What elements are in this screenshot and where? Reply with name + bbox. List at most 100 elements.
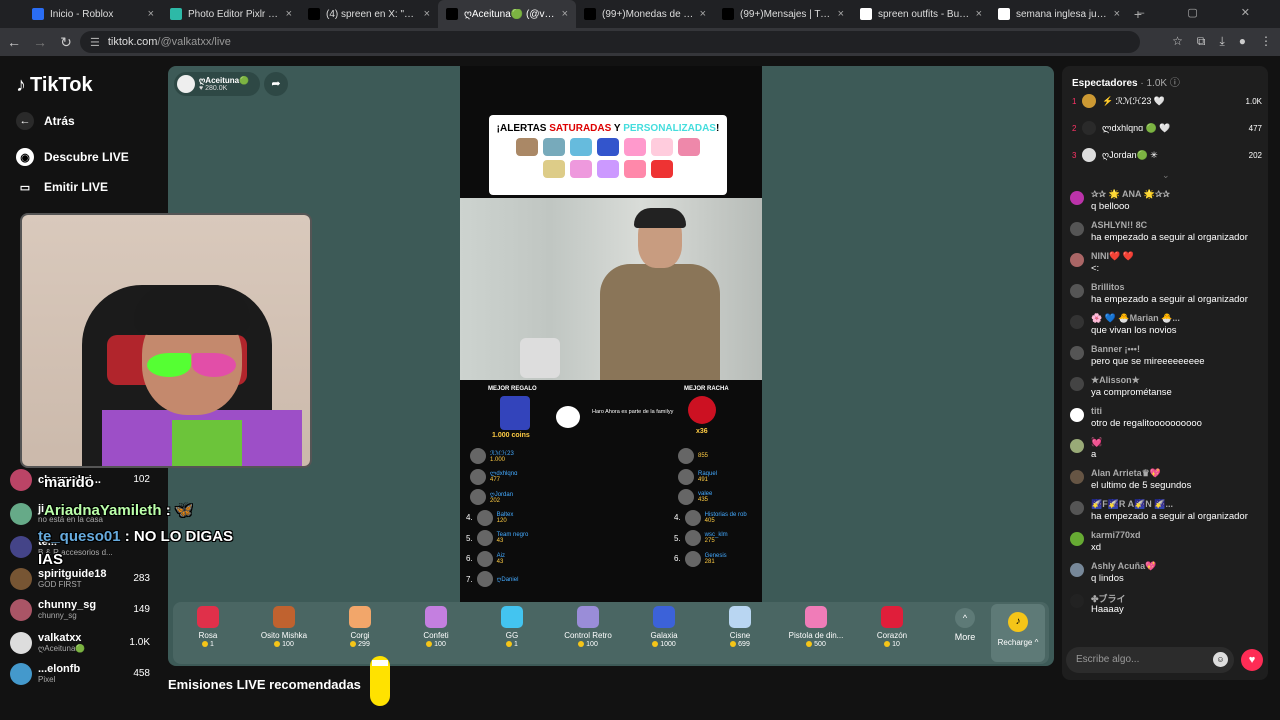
tab-close-icon[interactable]: × [700,8,706,20]
browser-tab[interactable]: (99+)Mensajes | TikTok × [714,0,852,28]
chevron-down-icon[interactable]: ⌄ [1162,170,1170,181]
tab-close-icon[interactable]: × [286,8,292,20]
stream-video[interactable]: ¡ALERTAS SATURADAS Y PERSONALIZADAS! MEJ… [460,66,762,602]
chat-username: Alan Arrieta♛💖 [1091,468,1161,478]
window-controls[interactable]: – ▢ ✕ [1138,6,1270,19]
chat-message[interactable]: ★Alisson★ ya comprométanse [1070,375,1266,405]
top-viewer-row[interactable]: 1 ⚡ ℛℳℋ23 🤍 1.0K [1072,92,1262,110]
chat-message[interactable]: 🌠F🌠R A🌠N 🌠... ha empezado a seguir al org… [1070,499,1266,529]
profile-avatar-icon[interactable]: ● [1239,34,1246,49]
chat-message[interactable]: karmi770xd xd [1070,530,1266,560]
url-input[interactable]: ☰ tiktok.com/@valkatxx/live [80,31,1140,53]
site-info-icon[interactable]: ☰ [90,36,100,49]
channel-subtitle: chunny_sg [38,610,77,620]
reload-icon[interactable]: ↻ [54,34,78,51]
back-arrow-icon[interactable]: ← [2,34,26,50]
rank-name: ℛℳℋ23 [490,450,514,457]
gift-item[interactable]: Confeti 100 [401,606,471,648]
chat-text: q bellooo [1091,201,1130,212]
gift-item[interactable]: Rosa 1 [173,606,243,648]
gift-item[interactable]: Corgi 299 [325,606,395,648]
tab-close-icon[interactable]: × [148,8,154,20]
gift-name: Corgi [350,631,370,640]
top-viewer-row[interactable]: 2 ლdxhlqnɑ 🟢 🤍 477 [1072,119,1262,137]
bookmark-star-icon[interactable]: ☆ [1172,34,1183,49]
browser-tab[interactable]: (4) spreen en X: "2 días p × [300,0,438,28]
discover-live-item[interactable]: ◉ Descubre LIVE [16,148,129,166]
chat-message[interactable]: NINI❤️ ❤️ <: [1070,251,1266,281]
gift-price: 500 [781,641,851,648]
channel-avatar [10,536,32,558]
gift-item[interactable]: Galaxia 1000 [629,606,699,648]
browser-tab[interactable]: Inicio - Roblox × [24,0,162,28]
chat-message[interactable]: 💓 a [1070,437,1266,467]
chat-message[interactable]: Ashly Acuña💖 q lindos [1070,561,1266,591]
chat-message[interactable]: 🌸 💙 🐣Marian 🐣... que vivan los novios [1070,313,1266,343]
gift-icon [653,606,675,628]
gift-item[interactable]: Pistola de din... 500 [781,606,851,648]
chat-text: Haaaay [1091,604,1124,615]
menu-kebab-icon[interactable]: ⋮ [1260,34,1272,49]
gift-item[interactable]: Control Retro 100 [553,606,623,648]
gift-bar: Rosa 1 Osito Mishka 100 Corgi 299 Confeti 100 GG… [173,602,1049,664]
share-icon[interactable]: ➦ [264,72,288,96]
chat-username: titi [1091,406,1102,416]
gift-item[interactable]: Osito Mishka 100 [249,606,319,648]
info-icon[interactable]: ⓘ [1170,78,1180,89]
gift-item[interactable]: Cisne 699 [705,606,775,648]
back-nav-item[interactable]: ← Atrás [16,112,75,130]
rank-name: Historias de rob [704,511,747,518]
tab-close-icon[interactable]: × [562,8,568,20]
channel-item[interactable]: ...elonfb Pixel 458 [10,660,160,688]
chat-message[interactable]: Banner ¡•••! pero que se mireeeeeeeee [1070,344,1266,374]
like-heart-icon[interactable]: ♥ [1241,649,1263,671]
channel-item[interactable]: valkatxx ღAceituna🟢 1.0K [10,629,160,657]
ranking-row: 7. ღDaniel [466,571,518,587]
chat-message[interactable]: ✤ブライ Haaaay [1070,592,1266,622]
recharge-button[interactable]: ♪ Recharge ^ [991,604,1045,662]
chat-message[interactable]: titi otro de regalitoooooooooo [1070,406,1266,436]
browser-tab[interactable]: semana inglesa juego co × [990,0,1128,28]
rank-coins: 435 [698,497,709,503]
viewers-header[interactable]: Espectadores · 1.0K ⓘ [1072,74,1180,89]
webcam-overlay [20,213,312,468]
chat-message[interactable]: Alan Arrieta♛💖 el ultimo de 5 segundos [1070,468,1266,498]
tab-close-icon[interactable]: × [838,8,844,20]
browser-tab[interactable]: (99+)Monedas de TikTok × [576,0,714,28]
go-live-item[interactable]: ▭ Emitir LIVE [16,178,108,196]
rank-name: ლdxhlqnɑ [490,471,518,477]
chat-message[interactable]: ✰✰ 🌟 ANA 🌟✰✰ q bellooo [1070,189,1266,219]
chat-avatar [1070,563,1084,577]
top-viewer-row[interactable]: 3 ღJordan🟢 ✳ 202 [1072,146,1262,164]
gift-icon [501,606,523,628]
gift-item[interactable]: Corazón 10 [857,606,927,648]
browser-tab[interactable]: spreen outfits - Buscar co × [852,0,990,28]
tab-close-icon[interactable]: × [976,8,982,20]
download-icon[interactable]: ⤓ [1219,34,1224,49]
recommended-heading: Emisiones LIVE recomendadas [168,677,361,692]
host-pill[interactable]: ღAceituna🟢 ♥ 280.0K [174,72,260,96]
browser-tab[interactable]: Photo Editor Pixlr - Herra × [162,0,300,28]
gift-name: Pistola de din... [788,631,844,640]
gift-price: 1 [173,641,243,648]
gift-icon [273,606,295,628]
more-label: More [954,632,976,642]
chat-message[interactable]: Brillitos ha empezado a seguir al organiz… [1070,282,1266,312]
gift-item[interactable]: GG 1 [477,606,547,648]
extensions-icon[interactable]: ⧉ [1197,34,1206,49]
channel-item[interactable]: chunny_sg chunny_sg 149 [10,596,160,624]
forward-arrow-icon[interactable]: → [28,34,52,50]
chat-message[interactable]: ASHLYN!! 8C ha empezado a seguir al organ… [1070,220,1266,250]
viewer-avatar [1082,121,1096,135]
more-gifts-button[interactable]: ^ More [945,608,985,642]
tab-close-icon[interactable]: × [1114,8,1120,20]
emoji-icon[interactable]: ☺ [1213,652,1228,667]
tab-close-icon[interactable]: × [424,8,430,20]
tiktok-logo[interactable]: ♪ TikTok [16,74,93,97]
rank-avatar [678,448,694,464]
chat-input[interactable]: Escribe algo... ☺ [1066,647,1234,673]
browser-tab[interactable]: ღAceituna🟢 (@valk × [438,0,576,28]
gift-icon [729,606,751,628]
gift-icon [197,606,219,628]
channel-item[interactable]: spiritguide18 GOD FIRST 283 [10,565,160,593]
